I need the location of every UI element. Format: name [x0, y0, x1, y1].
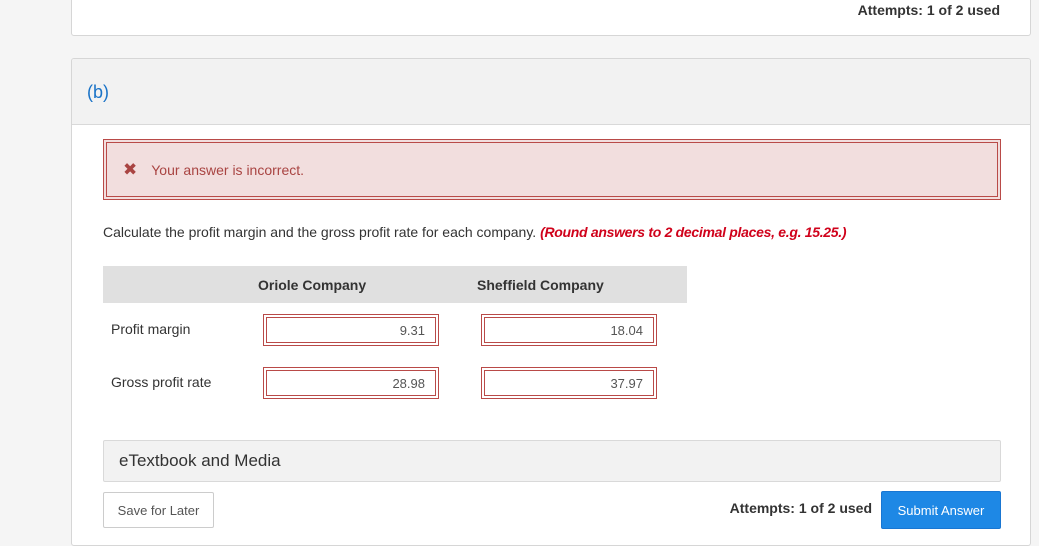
- x-icon: ✖: [123, 160, 138, 179]
- part-label[interactable]: (b): [87, 82, 109, 103]
- gross-profit-rate-oriole-box: [263, 367, 439, 399]
- previous-attempts-count: Attempts: 1 of 2 used: [857, 2, 1000, 18]
- gross-profit-rate-oriole-input[interactable]: [266, 370, 436, 396]
- gross-profit-rate-sheffield-input[interactable]: [484, 370, 654, 396]
- column-header-sheffield: Sheffield Company: [477, 277, 604, 293]
- column-header-oriole: Oriole Company: [258, 277, 367, 293]
- submit-answer-button[interactable]: Submit Answer: [881, 491, 1001, 529]
- previous-part-card: Attempts: 1 of 2 used: [71, 0, 1031, 36]
- profit-margin-sheffield-box: [481, 314, 657, 346]
- question-text: Calculate the profit margin and the gros…: [103, 224, 847, 240]
- alert-message: Your answer is incorrect.: [151, 161, 305, 178]
- answer-table-header: Oriole Company Sheffield Company: [103, 266, 687, 303]
- row-label-profit-margin: Profit margin: [111, 321, 191, 337]
- profit-margin-oriole-box: [263, 314, 439, 346]
- question-body: Calculate the profit margin and the gros…: [103, 224, 541, 240]
- alert-inner: ✖ Your answer is incorrect.: [106, 142, 998, 197]
- etextbook-media-toggle[interactable]: eTextbook and Media: [103, 440, 1001, 482]
- attempts-count: Attempts: 1 of 2 used: [729, 500, 872, 516]
- gross-profit-rate-sheffield-box: [481, 367, 657, 399]
- rounding-instruction: (Round answers to 2 decimal places, e.g.…: [540, 224, 847, 240]
- incorrect-answer-alert: ✖ Your answer is incorrect.: [103, 139, 1001, 200]
- profit-margin-oriole-input[interactable]: [266, 317, 436, 343]
- save-for-later-button[interactable]: Save for Later: [103, 492, 214, 528]
- row-label-gross-profit-rate: Gross profit rate: [111, 374, 212, 390]
- profit-margin-sheffield-input[interactable]: [484, 317, 654, 343]
- part-b-card: (b) ✖ Your answer is incorrect. Calculat…: [71, 58, 1031, 546]
- part-header: (b): [72, 59, 1030, 125]
